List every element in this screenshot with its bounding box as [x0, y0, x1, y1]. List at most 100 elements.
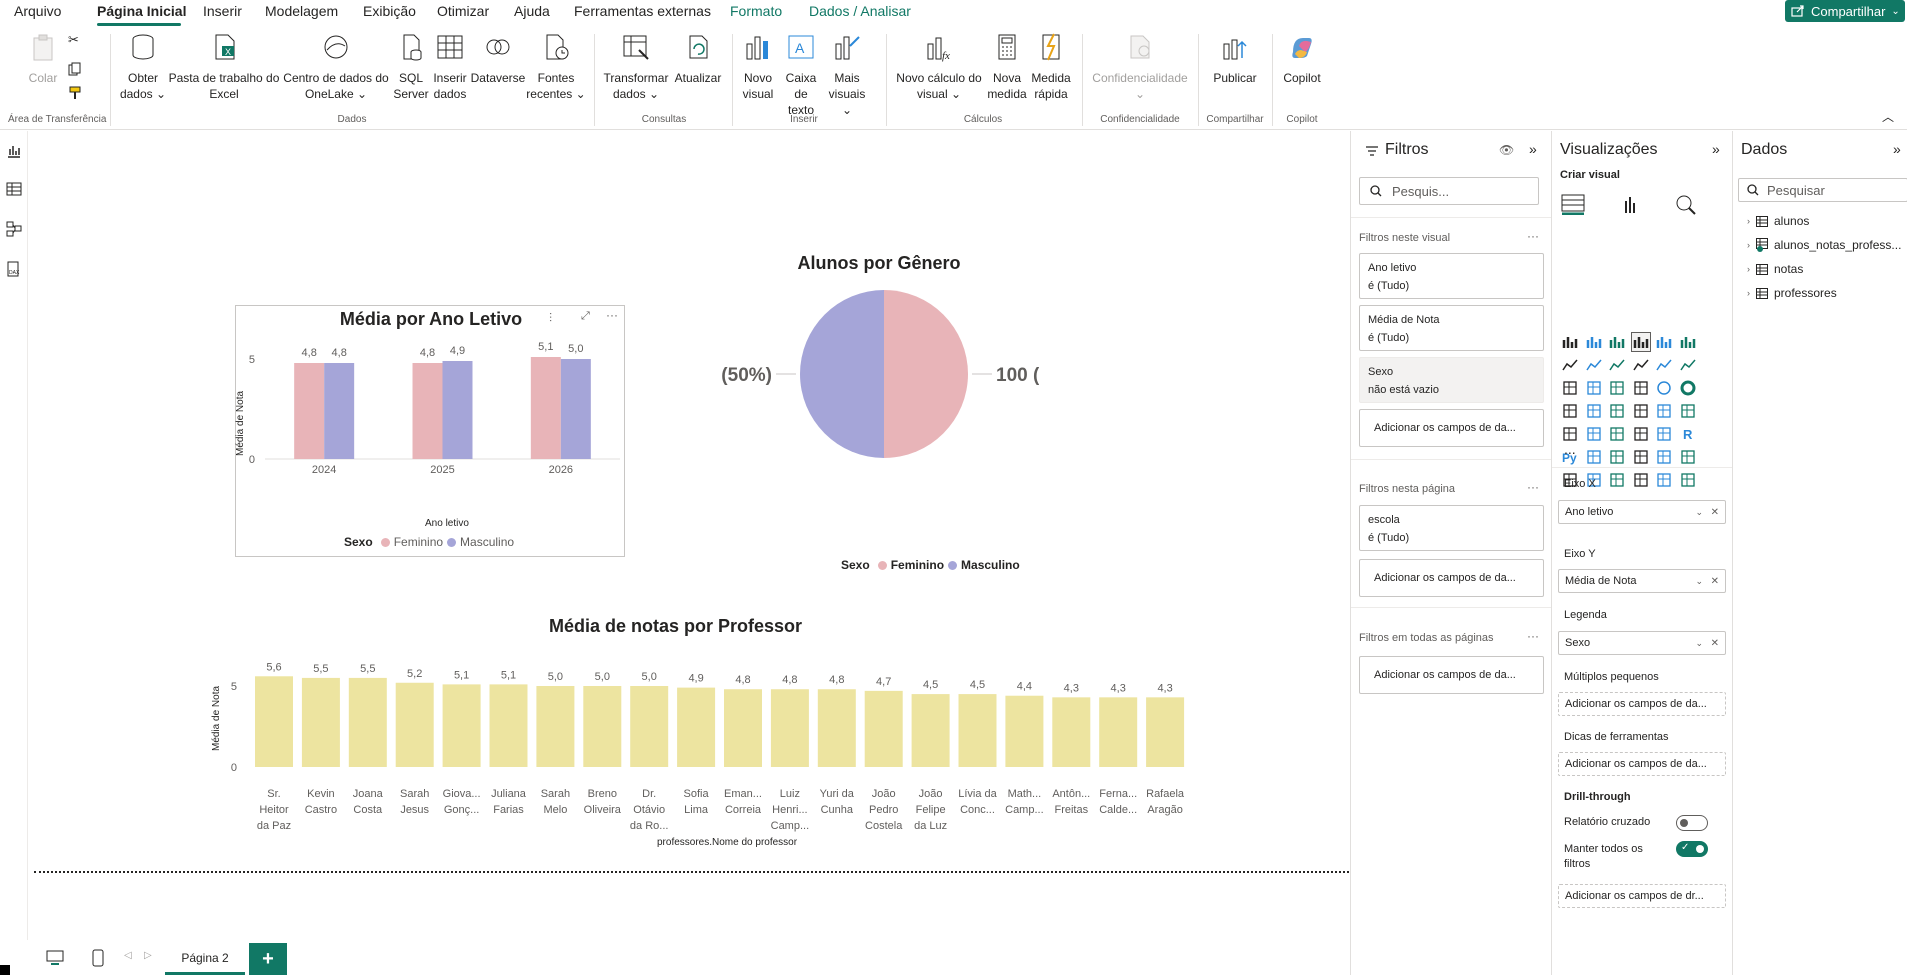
metrics-visual-icon[interactable]: [1678, 447, 1698, 467]
bar-professor[interactable]: [1146, 697, 1185, 767]
keep-filters-toggle[interactable]: ✓: [1676, 841, 1708, 857]
collapse-ribbon-icon[interactable]: ︿: [1882, 108, 1894, 125]
new-visual-button[interactable]: Novo visual: [738, 26, 778, 102]
drill-through-well[interactable]: Adicionar os campos de dr...: [1558, 884, 1726, 908]
line-column-visual-icon[interactable]: [1654, 355, 1674, 375]
bar-professor[interactable]: [583, 686, 622, 767]
pie-slice-masculino[interactable]: [800, 290, 884, 458]
bar-professor[interactable]: [395, 682, 434, 767]
text-box-button[interactable]: A Caixa de texto: [778, 26, 824, 118]
enter-data-button[interactable]: Inserir dados: [430, 26, 470, 102]
menu-modelagem[interactable]: Modelagem: [265, 3, 338, 19]
mobile-layout-icon[interactable]: [92, 949, 104, 967]
chevron-right-icon[interactable]: ›: [1747, 288, 1750, 298]
bar-masculino-2026[interactable]: [560, 359, 591, 459]
menu-dados-analisar[interactable]: Dados / Analisar: [809, 3, 911, 19]
line-clustered-visual-icon[interactable]: [1678, 355, 1698, 375]
chevron-right-icon[interactable]: ›: [1747, 264, 1750, 274]
bar-professor[interactable]: [864, 690, 903, 767]
gauge-visual-icon[interactable]: [1654, 401, 1674, 421]
menu-formato[interactable]: Formato: [730, 3, 782, 19]
menu-exibicao[interactable]: Exibição: [363, 3, 416, 19]
pie-slice-feminino[interactable]: [884, 290, 968, 458]
more-visuals-ellipsis[interactable]: ...: [1564, 441, 1576, 457]
qa-visual-icon[interactable]: [1631, 447, 1651, 467]
bar-professor[interactable]: [348, 677, 387, 767]
small-multiples-well[interactable]: Adicionar os campos de da...: [1558, 692, 1726, 716]
add-all-pages-filter-field[interactable]: Adicionar os campos de da...: [1359, 656, 1544, 694]
new-visual-calc-button[interactable]: fx Novo cálculo do visual ⌄: [892, 26, 986, 102]
dax-query-view-icon[interactable]: DAX: [6, 261, 22, 277]
y-axis-well[interactable]: Média de Nota ⌄ ✕: [1558, 569, 1726, 593]
sensitivity-button[interactable]: Confidencialidade ⌄: [1088, 26, 1192, 102]
bar-professor[interactable]: [677, 687, 716, 767]
format-visual-tab-icon[interactable]: [1618, 193, 1640, 215]
chevron-down-icon[interactable]: ⌄: [1695, 638, 1703, 649]
more-options-icon[interactable]: ···: [1527, 629, 1539, 643]
scatter-visual-icon[interactable]: [1631, 378, 1651, 398]
report-canvas[interactable]: Média por Ano Letivo ⫶ ⤢ ··· 0 5 4,8 4,8 202…: [29, 131, 1349, 871]
copilot-button[interactable]: Copilot: [1278, 26, 1326, 86]
data-search-input[interactable]: Pesquisar: [1738, 178, 1907, 202]
menu-ferramentas-externas[interactable]: Ferramentas externas: [574, 3, 711, 19]
more-options-icon[interactable]: ···: [1527, 229, 1539, 243]
bar-professor[interactable]: [630, 686, 669, 767]
table-2-visual-icon[interactable]: [1631, 470, 1651, 490]
excel-button[interactable]: X Pasta de trabalho do Excel: [168, 26, 280, 102]
clustered-bar-visual-icon[interactable]: [1607, 332, 1627, 352]
legend-masculino[interactable]: Masculino: [961, 558, 1020, 572]
menu-otimizar[interactable]: Otimizar: [437, 3, 489, 19]
legend-feminino[interactable]: Feminino: [394, 535, 443, 549]
table-alunos[interactable]: › alunos: [1747, 214, 1809, 228]
bar-professor[interactable]: [1099, 697, 1138, 767]
menu-ajuda[interactable]: Ajuda: [514, 3, 550, 19]
add-page-filter-field[interactable]: Adicionar os campos de da...: [1359, 559, 1544, 597]
bar-professor[interactable]: [536, 686, 575, 767]
new-measure-button[interactable]: Nova medida: [986, 26, 1028, 102]
bar-professor[interactable]: [1052, 697, 1091, 767]
bar-professor[interactable]: [770, 689, 809, 767]
menu-inserir[interactable]: Inserir: [203, 3, 242, 19]
menu-pagina-inicial[interactable]: Página Inicial: [97, 3, 186, 19]
model-view-icon[interactable]: [6, 221, 22, 237]
recent-sources-button[interactable]: Fontes recentes ⌄: [526, 26, 586, 102]
legend-well[interactable]: Sexo ⌄ ✕: [1558, 631, 1726, 655]
bar-feminino-2026[interactable]: [530, 357, 561, 459]
r-visual-visual-icon[interactable]: R: [1678, 424, 1698, 444]
prev-page-icon[interactable]: ◁: [124, 950, 132, 961]
bar-professor[interactable]: [489, 684, 528, 767]
eye-icon[interactable]: 👁: [1499, 143, 1514, 157]
filter-card-media-nota[interactable]: Média de Nota é (Tudo): [1359, 305, 1544, 351]
menu-arquivo[interactable]: Arquivo: [14, 3, 61, 19]
legend-feminino[interactable]: Feminino: [891, 558, 944, 572]
format-painter-icon[interactable]: [68, 86, 82, 100]
bar-feminino-2025[interactable]: [412, 363, 443, 459]
cross-report-toggle[interactable]: [1676, 815, 1708, 831]
quick-measure-button[interactable]: Medida rápida: [1028, 26, 1074, 102]
card-visual-icon[interactable]: [1678, 401, 1698, 421]
bar-professor[interactable]: [442, 684, 481, 767]
report-view-icon[interactable]: [6, 143, 22, 159]
filter-card-ano-letivo[interactable]: Ano letivo é (Tudo): [1359, 253, 1544, 299]
bar-professor[interactable]: [1005, 695, 1044, 767]
paste-button[interactable]: Colar: [28, 26, 58, 86]
more-visuals-button[interactable]: Mais visuais ⌄: [824, 26, 870, 118]
add-visual-filter-field[interactable]: Adicionar os campos de da...: [1359, 409, 1544, 447]
bar-professor[interactable]: [255, 676, 293, 767]
slicer-visual-icon[interactable]: [1607, 424, 1627, 444]
publish-button[interactable]: Publicar: [1204, 26, 1266, 86]
table-notas[interactable]: › notas: [1747, 262, 1803, 276]
filled-map-visual-icon[interactable]: [1607, 401, 1627, 421]
waterfall-visual-icon[interactable]: [1584, 378, 1604, 398]
stacked-column-visual-icon[interactable]: [1584, 332, 1604, 352]
stacked-bar-visual-icon[interactable]: [1560, 332, 1580, 352]
100-area-visual-icon[interactable]: [1631, 355, 1651, 375]
bar-feminino-2024[interactable]: [294, 363, 325, 459]
get-data-button[interactable]: Obter dados ⌄: [118, 26, 168, 102]
cut-icon[interactable]: ✂: [68, 32, 79, 48]
filter-card-escola[interactable]: escola é (Tudo): [1359, 505, 1544, 551]
add-page-button[interactable]: +: [249, 943, 287, 975]
bar-masculino-2024[interactable]: [324, 363, 355, 459]
next-page-icon[interactable]: ▷: [144, 950, 152, 961]
table-visual-icon[interactable]: [1631, 424, 1651, 444]
